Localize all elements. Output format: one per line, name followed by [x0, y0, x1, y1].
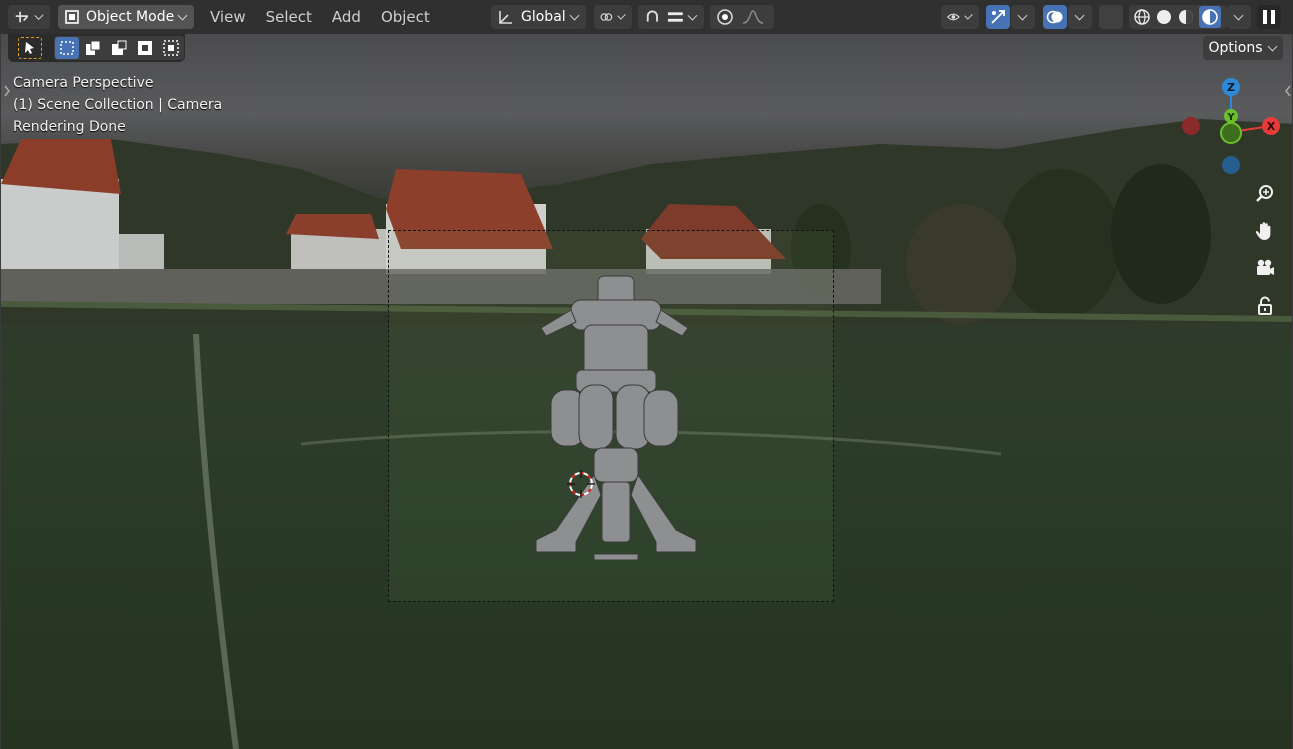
camera-icon: [1257, 259, 1274, 275]
pivot-point-button[interactable]: [594, 5, 632, 29]
transform-orientation-select[interactable]: Global: [491, 5, 586, 29]
chevron-down-icon: [177, 10, 188, 20]
pivot-icon: [600, 13, 613, 21]
selection-mode-group: [54, 36, 184, 60]
select-box-tool-button[interactable]: [18, 37, 42, 59]
xray-toggle-button[interactable]: [1099, 5, 1123, 29]
menu-select[interactable]: Select: [256, 5, 322, 29]
menu-view[interactable]: View: [200, 5, 256, 29]
wireframe-shading-icon[interactable]: [1133, 8, 1151, 26]
robot-model[interactable]: [516, 270, 716, 560]
selection-mode-invert-button[interactable]: [133, 37, 157, 59]
transform-orientation-label: Global: [521, 9, 566, 25]
gizmo-dropdown-button[interactable]: [1011, 5, 1035, 29]
overlays-dropdown-button[interactable]: [1068, 5, 1092, 29]
neg-y-axis-handle[interactable]: [1220, 122, 1242, 144]
chevron-down-icon: [1233, 10, 1244, 20]
shading-dropdown-button[interactable]: [1227, 5, 1251, 29]
chevron-down-icon: [1074, 10, 1085, 20]
lock-camera-button[interactable]: [1251, 292, 1279, 320]
navigation-gizmo[interactable]: Z Y X: [1176, 74, 1286, 184]
x-axis-label: X: [1267, 120, 1276, 133]
zoom-in-icon: [1256, 185, 1273, 202]
y-axis-label: Y: [1226, 112, 1235, 123]
pause-icon: [1263, 10, 1275, 24]
gizmo-icon: [991, 10, 1005, 24]
visibility-button[interactable]: [941, 5, 979, 29]
header-menu: View Select Add Object: [200, 5, 440, 29]
chevron-down-icon: [34, 10, 44, 20]
3d-cursor[interactable]: [566, 469, 596, 499]
chevron-down-icon: [617, 10, 626, 20]
selection-mode-intersect-button[interactable]: [159, 37, 183, 59]
snap-increment-icon: [667, 12, 683, 22]
eye-icon: [947, 13, 960, 21]
options-dropdown[interactable]: Options: [1203, 36, 1283, 60]
selection-mode-subtract-button[interactable]: [107, 37, 131, 59]
3d-viewport[interactable]: Camera Perspective (1) Scene Collection …: [0, 34, 1293, 749]
snapping-button[interactable]: [638, 5, 704, 29]
camera-view-button[interactable]: [1251, 254, 1279, 282]
chevron-down-icon: [687, 10, 698, 20]
axis-icon: [499, 11, 512, 24]
collection-label: (1) Scene Collection | Camera: [13, 97, 223, 113]
render-status-label: Rendering Done: [13, 119, 126, 135]
toolbar-toggle-icon[interactable]: [3, 84, 11, 98]
solid-shading-icon[interactable]: [1155, 8, 1173, 26]
selection-mode-set-button[interactable]: [55, 37, 79, 59]
cursor-icon: [25, 42, 34, 54]
material-shading-icon[interactable]: [1177, 8, 1195, 26]
rendered-shading-icon: [1202, 9, 1218, 25]
magnet-icon: [646, 10, 658, 22]
chevron-down-icon: [1017, 10, 1028, 20]
unlock-icon: [1258, 296, 1272, 315]
pause-render-button[interactable]: [1257, 5, 1281, 29]
select-subtract-icon: [112, 40, 127, 55]
neg-z-axis-handle[interactable]: [1222, 156, 1240, 174]
grid-view-icon: [15, 11, 28, 23]
gizmo-toggle-button[interactable]: [986, 5, 1010, 29]
chevron-down-icon: [964, 10, 973, 20]
rendered-shading-button[interactable]: [1199, 6, 1221, 28]
proportional-editing-button[interactable]: [710, 5, 774, 29]
overlays-icon: [1046, 10, 1063, 24]
select-invert-icon: [138, 41, 152, 55]
falloff-curve-icon: [742, 10, 764, 24]
menu-add[interactable]: Add: [322, 5, 371, 29]
hand-icon: [1255, 222, 1271, 240]
view-name-label: Camera Perspective: [13, 75, 154, 91]
viewport-header: Object Mode View Select Add Object Globa…: [0, 0, 1293, 34]
select-extend-icon: [86, 40, 101, 55]
mode-label: Object Mode: [86, 9, 175, 25]
zoom-button[interactable]: [1251, 180, 1279, 208]
neg-x-axis-handle[interactable]: [1182, 117, 1200, 135]
chevron-down-icon: [569, 10, 580, 20]
overlays-toggle-button[interactable]: [1043, 5, 1067, 29]
select-set-icon: [60, 41, 74, 55]
mode-selector[interactable]: Object Mode: [58, 5, 194, 29]
tool-header: [8, 34, 185, 62]
proportional-editing-icon: [717, 9, 733, 25]
pan-button[interactable]: [1251, 217, 1279, 245]
editor-type-button[interactable]: [8, 5, 50, 29]
shading-mode-group: [1129, 5, 1227, 29]
options-label: Options: [1208, 40, 1263, 56]
select-intersect-icon: [163, 40, 179, 56]
object-mode-icon: [65, 10, 79, 24]
chevron-down-icon: [1267, 41, 1277, 51]
menu-object[interactable]: Object: [371, 5, 440, 29]
selection-mode-extend-button[interactable]: [81, 37, 105, 59]
z-axis-label: Z: [1227, 81, 1235, 94]
